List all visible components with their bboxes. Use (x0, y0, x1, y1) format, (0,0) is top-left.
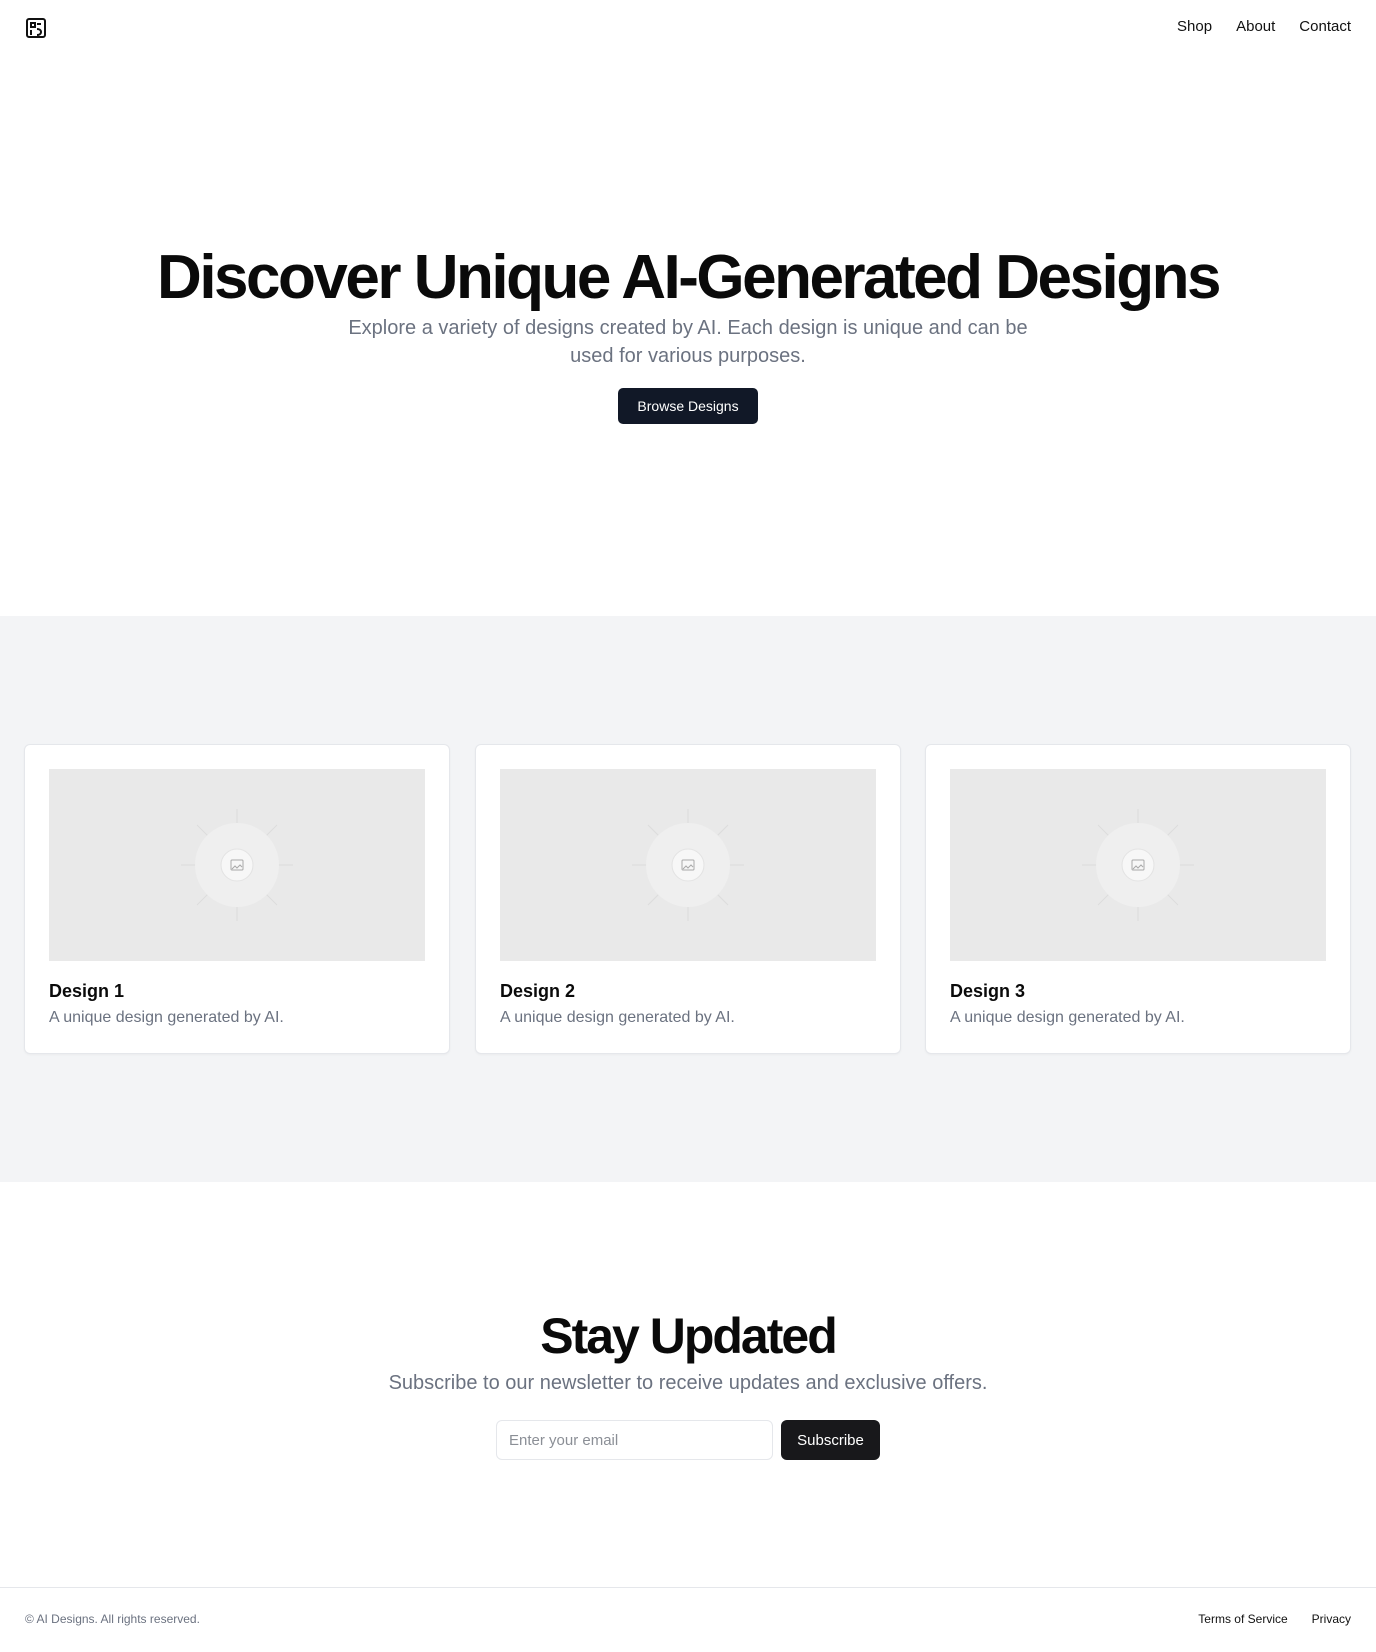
site-footer: © AI Designs. All rights reserved. Terms… (0, 1587, 1376, 1652)
hero-title: Discover Unique AI-Generated Designs (157, 243, 1221, 312)
footer-link-terms[interactable]: Terms of Service (1198, 1612, 1287, 1626)
browse-designs-button[interactable]: Browse Designs (618, 388, 758, 424)
image-placeholder-icon (632, 809, 744, 921)
footer-link-privacy[interactable]: Privacy (1312, 1612, 1351, 1626)
design-image-placeholder (950, 769, 1326, 961)
design-image-placeholder (500, 769, 876, 961)
design-card[interactable]: Design 2 A unique design generated by AI… (475, 744, 901, 1054)
design-card-title: Design 1 (49, 981, 125, 1001)
site-header: Shop About Contact (0, 0, 1376, 56)
email-input[interactable] (496, 1420, 773, 1460)
subscribe-button[interactable]: Subscribe (781, 1420, 880, 1460)
footer-links: Terms of Service Privacy (1198, 1612, 1351, 1626)
design-card[interactable]: Design 1 A unique design generated by AI… (24, 744, 450, 1054)
newsletter-section: Stay Updated Subscribe to our newsletter… (0, 1182, 1376, 1587)
newsletter-title: Stay Updated (540, 1308, 838, 1364)
design-card-description: A unique design generated by AI. (950, 1009, 1185, 1026)
design-card-title: Design 2 (500, 981, 576, 1001)
hero-subtitle: Explore a variety of designs created by … (348, 317, 1028, 367)
nav-link-contact[interactable]: Contact (1299, 18, 1351, 35)
image-placeholder-icon (1082, 809, 1194, 921)
image-placeholder-icon (181, 809, 293, 921)
design-card-title: Design 3 (950, 981, 1026, 1001)
design-card-description: A unique design generated by AI. (500, 1009, 735, 1026)
design-card-description: A unique design generated by AI. (49, 1009, 284, 1026)
copyright-text: © AI Designs. All rights reserved. (25, 1612, 200, 1626)
hero-section: Discover Unique AI-Generated Designs Exp… (0, 56, 1376, 616)
designs-gallery: Design 1 A unique design generated by AI… (0, 616, 1376, 1182)
design-card[interactable]: Design 3 A unique design generated by AI… (925, 744, 1351, 1054)
newsletter-subtitle: Subscribe to our newsletter to receive u… (388, 1372, 988, 1394)
nav-link-about[interactable]: About (1236, 18, 1275, 35)
nav-link-shop[interactable]: Shop (1177, 18, 1212, 35)
design-image-placeholder (49, 769, 425, 961)
brand-logo-icon[interactable] (25, 17, 47, 39)
main-nav: Shop About Contact (1177, 18, 1351, 35)
